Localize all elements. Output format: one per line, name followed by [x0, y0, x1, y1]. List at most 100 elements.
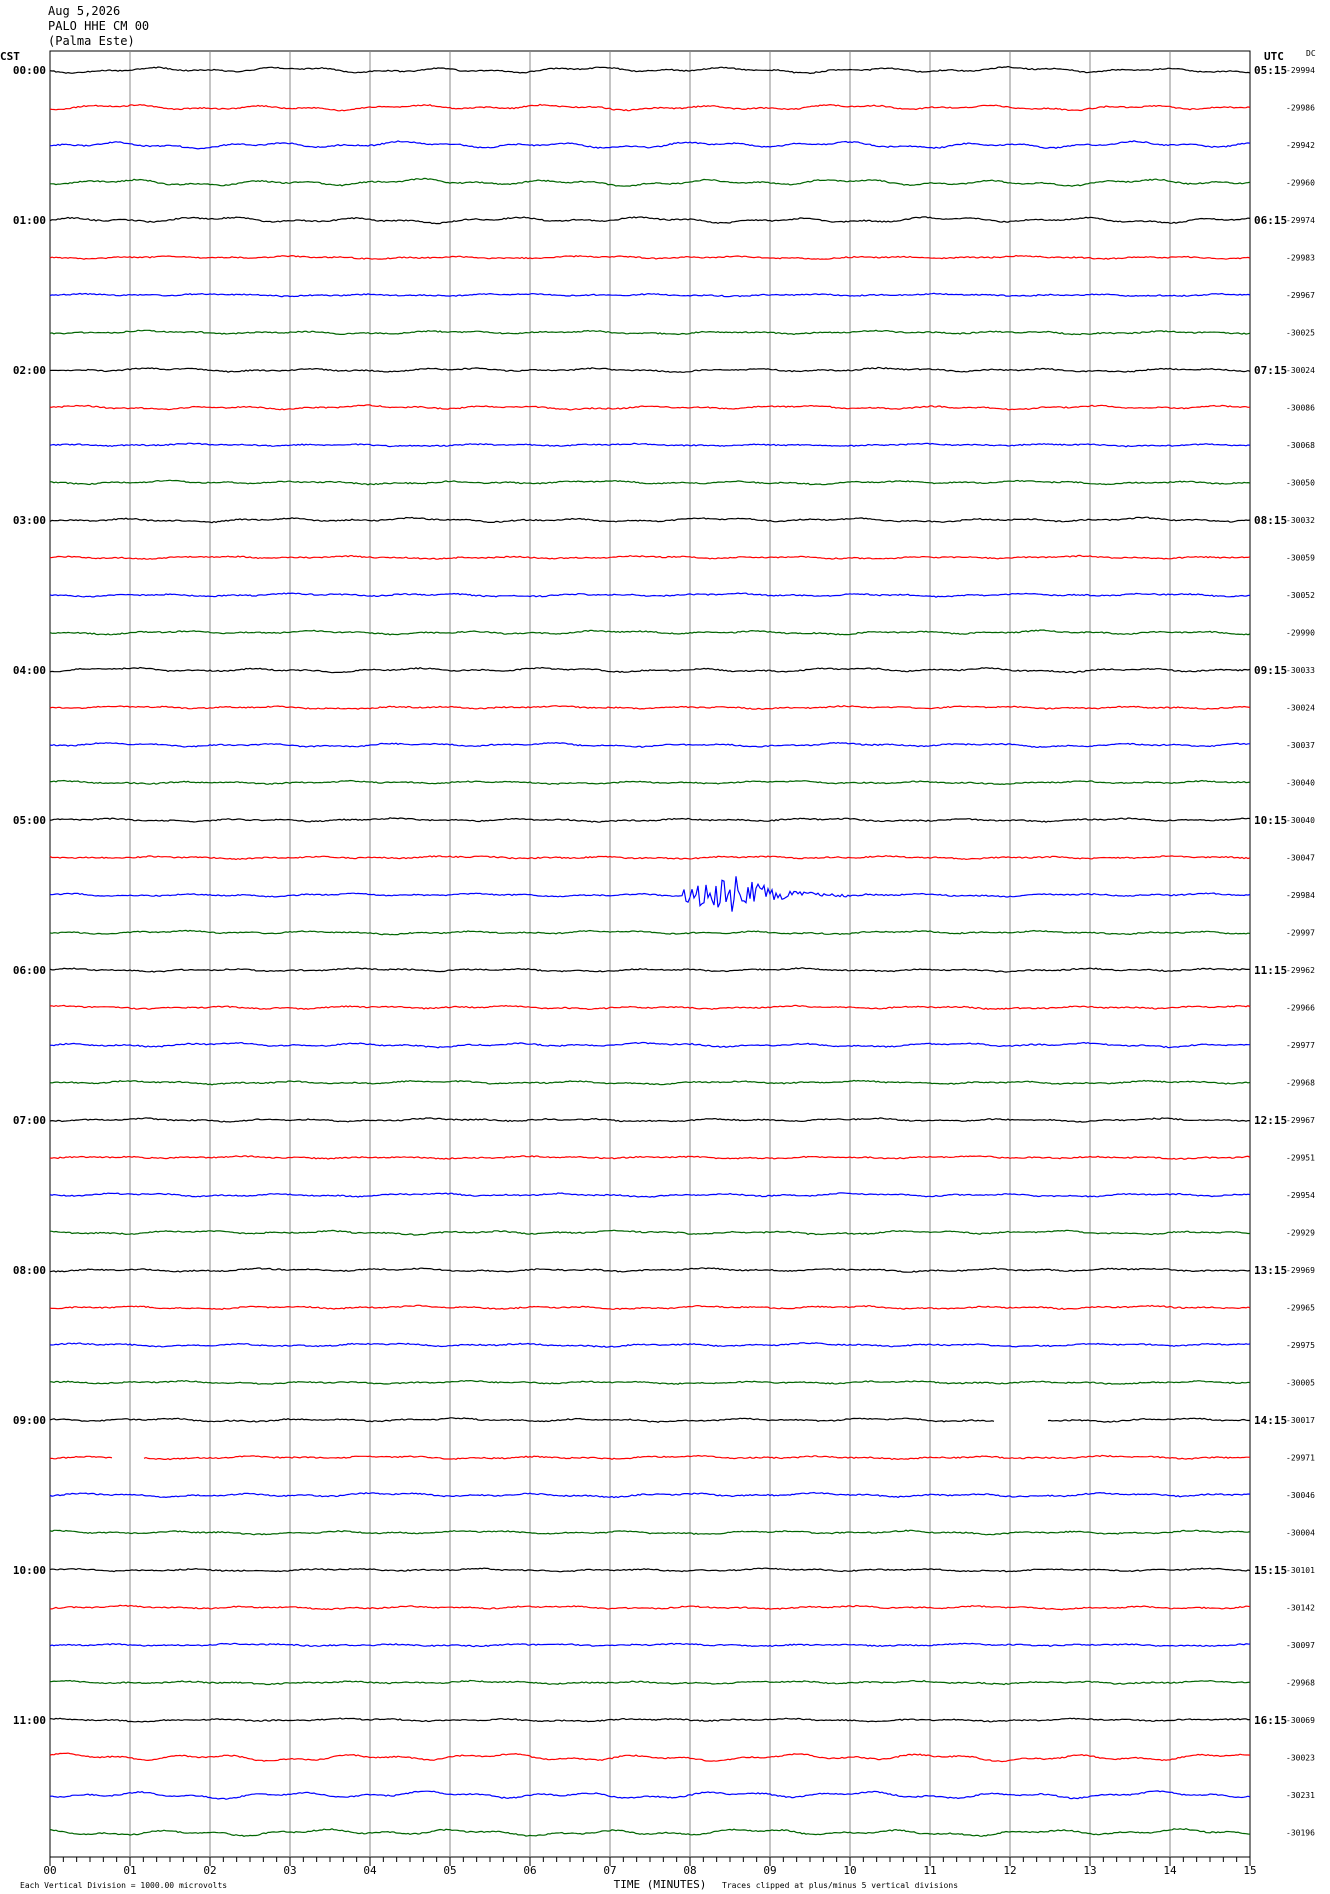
left-hour-label: 03:00 [13, 514, 46, 527]
trace-line-41 [50, 1604, 1251, 1611]
traces-group [49, 65, 1251, 1837]
right-timezone-label: UTC [1264, 50, 1284, 63]
trace-line-12 [49, 516, 1251, 524]
trace-line-27 [49, 1079, 1251, 1086]
left-hour-label: 02:00 [13, 364, 46, 377]
x-tick-label: 06 [523, 1864, 536, 1877]
dc-offset-label: -29968 [1286, 1679, 1315, 1688]
x-tick-label: 09 [763, 1864, 776, 1877]
dc-offset-label: -30196 [1286, 1829, 1315, 1838]
trace-line-23 [49, 929, 1251, 936]
trace-line-22 [49, 876, 1251, 912]
dc-offset-label: -29968 [1286, 1079, 1315, 1088]
left-timezone-label: CST [0, 50, 20, 63]
dc-offset-label: -29929 [1286, 1229, 1315, 1238]
dc-offset-label: -29951 [1286, 1154, 1315, 1163]
trace-line-25 [49, 1004, 1251, 1011]
right-hour-label: 14:15 [1254, 1414, 1287, 1427]
x-tick-label: 11 [923, 1864, 936, 1877]
left-hour-label: 06:00 [13, 964, 46, 977]
dc-offset-label: -29966 [1286, 1004, 1315, 1013]
trace-line-9 [49, 404, 1251, 411]
trace-line-19 [50, 779, 1251, 786]
dc-offset-label: -29967 [1286, 1116, 1315, 1125]
trace-line-24 [49, 967, 1251, 973]
left-hour-label: 07:00 [13, 1114, 46, 1127]
right-hour-label: 13:15 [1254, 1264, 1287, 1277]
dc-offset-label: -30069 [1286, 1716, 1315, 1725]
dc-offset-label: -30040 [1286, 779, 1315, 788]
right-hour-label: 08:15 [1254, 514, 1287, 527]
x-tick-label: 05 [443, 1864, 456, 1877]
x-tick-label: 14 [1163, 1864, 1177, 1877]
trace-line-28 [49, 1117, 1251, 1123]
dc-offset-label: -29986 [1286, 104, 1315, 113]
trace-line-37 [49, 1454, 1251, 1461]
dc-offset-label: -29994 [1286, 66, 1315, 75]
dc-offset-label: -30231 [1286, 1791, 1315, 1800]
trace-line-7 [49, 329, 1251, 336]
left-hour-label: 04:00 [13, 664, 46, 677]
dc-offset-label: -29960 [1286, 179, 1315, 188]
x-tick-label: 04 [363, 1864, 377, 1877]
trace-line-1 [49, 103, 1251, 112]
right-hour-label: 16:15 [1254, 1714, 1287, 1727]
right-hour-label: 05:15 [1254, 64, 1287, 77]
dc-offset-label: -30086 [1286, 404, 1315, 413]
x-tick-label: 10 [843, 1864, 856, 1877]
x-tick-label: 15 [1243, 1864, 1256, 1877]
right-hour-label: 06:15 [1254, 214, 1287, 227]
trace-line-39 [49, 1529, 1251, 1536]
x-tick-label: 02 [203, 1864, 216, 1877]
left-hour-label: 10:00 [13, 1564, 46, 1577]
left-hour-label: 05:00 [13, 814, 46, 827]
dc-offset-label: -30101 [1286, 1566, 1315, 1575]
plot-frame [49, 50, 1251, 1858]
left-hour-label: 08:00 [13, 1264, 46, 1277]
dc-offset-label: -29990 [1286, 629, 1315, 638]
trace-line-42 [49, 1642, 1251, 1648]
trace-line-4 [49, 216, 1251, 225]
dc-offset-label: -29965 [1286, 1304, 1315, 1313]
helicorder-chart: -29994 -29986 -29942 -29960 -29974 -29983 -299… [0, 49, 1316, 1891]
dc-offset-label: -30024 [1286, 366, 1315, 375]
trace-line-35 [49, 1379, 1251, 1385]
trace-line-14 [49, 592, 1251, 598]
dc-offset-label: -30097 [1286, 1641, 1315, 1650]
trace-line-18 [49, 741, 1250, 749]
right-hour-label: 11:15 [1254, 964, 1287, 977]
trace-line-0 [49, 65, 1251, 75]
trace-line-45 [49, 1752, 1251, 1763]
trace-line-33 [49, 1304, 1251, 1311]
dc-offset-label: -30023 [1286, 1754, 1315, 1763]
dc-offset-label: -30032 [1286, 516, 1315, 525]
trace-line-10 [49, 442, 1251, 448]
dc-offset-label: -30052 [1286, 591, 1315, 600]
right-hour-label: 12:15 [1254, 1114, 1287, 1127]
scale-note: Each Vertical Division = 1000.00 microvo… [20, 1881, 227, 1890]
dc-offset-label: -30040 [1286, 816, 1315, 825]
left-hour-label: 09:00 [13, 1414, 46, 1427]
trace-line-36 [49, 1417, 1251, 1423]
dc-offset-label: -30047 [1286, 854, 1315, 863]
left-hour-label: 01:00 [13, 214, 46, 227]
dc-offset-label: -30004 [1286, 1529, 1315, 1538]
dc-offset-label: -30005 [1286, 1379, 1315, 1388]
trace-line-30 [49, 1192, 1251, 1198]
trace-line-6 [49, 292, 1251, 298]
dc-offset-label: -30059 [1286, 554, 1315, 563]
trace-line-43 [49, 1679, 1251, 1686]
dc-offset-label: -30024 [1286, 704, 1315, 713]
trace-line-29 [50, 1155, 1251, 1160]
dc-offset-label: -30037 [1286, 741, 1315, 750]
trace-line-47 [49, 1828, 1251, 1837]
trace-line-31 [49, 1229, 1250, 1236]
left-hour-label: 11:00 [13, 1714, 46, 1727]
x-tick-label: 07 [603, 1864, 616, 1877]
dc-offset-label: -29984 [1286, 891, 1315, 900]
x-tick-label: 03 [283, 1864, 296, 1877]
dc-offset-label: -30068 [1286, 441, 1315, 450]
dc-offset-label: -29962 [1286, 966, 1315, 975]
trace-line-21 [49, 854, 1251, 861]
trace-line-16 [49, 666, 1251, 674]
